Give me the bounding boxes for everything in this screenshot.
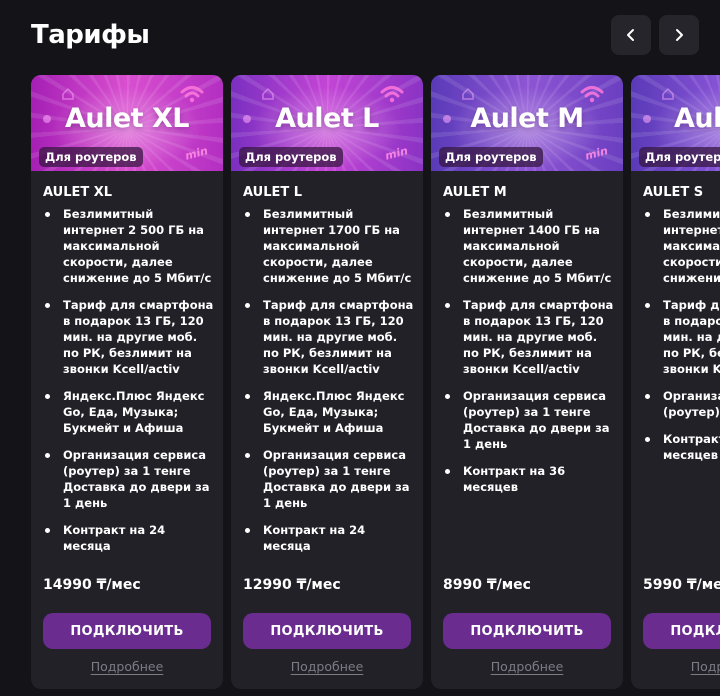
carousel-next-button[interactable] — [659, 15, 699, 55]
feature-item: Организация сервиса (роутер) за 1 тенге … — [43, 447, 215, 511]
feature-item: Организация сервиса (роутер) за 1 тенге … — [243, 447, 415, 511]
connect-button[interactable]: ПОДКЛЮЧИТЬ — [43, 613, 211, 649]
wifi-icon — [180, 86, 204, 103]
feature-list: Безлимитный интернет 1400 ГБ на максимал… — [443, 206, 615, 506]
feature-item: Тариф для смартфона в подарок 13 ГБ, 120… — [443, 297, 615, 377]
tariff-carousel[interactable]: min Aulet XL Для роутеров AULET XL Безли… — [0, 75, 720, 696]
tariff-banner: min Aulet M Для роутеров — [431, 75, 623, 171]
price: 5990 ₸/мес — [643, 577, 720, 593]
home-icon — [62, 87, 74, 100]
connect-button[interactable]: ПОДКЛЮЧИТЬ — [443, 613, 611, 649]
feature-list: Безлимитный интернет 1100 ГБ на максимал… — [643, 206, 720, 474]
chevron-right-icon — [676, 29, 683, 41]
banner-plan-name: Aulet M — [470, 103, 584, 134]
home-icon — [262, 87, 274, 100]
feature-list: Безлимитный интернет 2 500 ГБ на максима… — [43, 206, 215, 565]
connect-button[interactable]: ПОДКЛЮЧИТЬ — [243, 613, 411, 649]
feature-item: Тариф для смартфона в подарок 13 ГБ, 120… — [243, 297, 415, 377]
banner-plan-name: Aulet L — [275, 103, 379, 134]
feature-item: Тариф для смартфона в подарок 13 ГБ, 120… — [43, 297, 215, 377]
feature-list: Безлимитный интернет 1700 ГБ на максимал… — [243, 206, 415, 565]
feature-item: Организация сервиса (роутер) за 1 тенге … — [443, 388, 615, 452]
tariff-banner: min Aulet XL Для роутеров — [31, 75, 223, 171]
wifi-icon — [580, 86, 604, 103]
page-title: Тарифы — [31, 20, 150, 50]
feature-item: Яндекс.Плюс Яндекс Go, Еда, Музыка; Букм… — [243, 388, 415, 436]
feature-item: Контракт на 36 месяцев — [643, 431, 720, 463]
banner-plan-name: Aulet S — [674, 103, 720, 134]
chevron-left-icon — [627, 29, 634, 41]
tariff-banner: min Aulet L Для роутеров — [231, 75, 423, 171]
details-link[interactable]: Подробнее — [631, 659, 720, 674]
details-link[interactable]: Подробнее — [431, 659, 623, 674]
plan-name: AULET S — [643, 185, 704, 200]
carousel-prev-button[interactable] — [611, 15, 651, 55]
price: 12990 ₸/мес — [243, 577, 341, 593]
plan-name: AULET M — [443, 185, 507, 200]
router-tag: Для роутеров — [439, 147, 543, 167]
details-link[interactable]: Подробнее — [231, 659, 423, 674]
feature-item: Контракт на 36 месяцев — [443, 463, 615, 495]
feature-item: Безлимитный интернет 2 500 ГБ на максима… — [43, 206, 215, 286]
wifi-icon — [380, 86, 404, 103]
router-tag: Для роутеров — [239, 147, 343, 167]
feature-item: Яндекс.Плюс Яндекс Go, Еда, Музыка; Букм… — [43, 388, 215, 436]
home-icon — [462, 87, 474, 100]
banner-plan-name: Aulet XL — [64, 103, 190, 134]
price: 8990 ₸/мес — [443, 577, 531, 593]
feature-item: Тариф для смартфона в подарок 13 ГБ, 120… — [643, 297, 720, 377]
tariff-card-4: min Aulet S Для роутеров AULET S Безлими… — [631, 75, 720, 689]
price: 14990 ₸/мес — [43, 577, 141, 593]
tariff-banner: min Aulet S Для роутеров — [631, 75, 720, 171]
feature-item: Организация сервиса (роутер) за 14 990 — [643, 388, 720, 420]
feature-item: Безлимитный интернет 1400 ГБ на максимал… — [443, 206, 615, 286]
feature-item: Безлимитный интернет 1700 ГБ на максимал… — [243, 206, 415, 286]
details-link[interactable]: Подробнее — [31, 659, 223, 674]
router-tag: Для роутеров — [39, 147, 143, 167]
home-icon — [662, 87, 674, 100]
feature-item: Контракт на 24 месяца — [43, 522, 215, 554]
router-tag: Для роутеров — [639, 147, 720, 167]
feature-item: Контракт на 24 месяца — [243, 522, 415, 554]
connect-button[interactable]: ПОДКЛЮЧИТЬ — [643, 613, 720, 649]
tariff-card-2: min Aulet L Для роутеров AULET L Безлими… — [231, 75, 423, 689]
tariff-card-1: min Aulet XL Для роутеров AULET XL Безли… — [31, 75, 223, 689]
plan-name: AULET XL — [43, 185, 113, 200]
plan-name: AULET L — [243, 185, 303, 200]
feature-item: Безлимитный интернет 1100 ГБ на максимал… — [643, 206, 720, 286]
tariff-card-3: min Aulet M Для роутеров AULET M Безлими… — [431, 75, 623, 689]
